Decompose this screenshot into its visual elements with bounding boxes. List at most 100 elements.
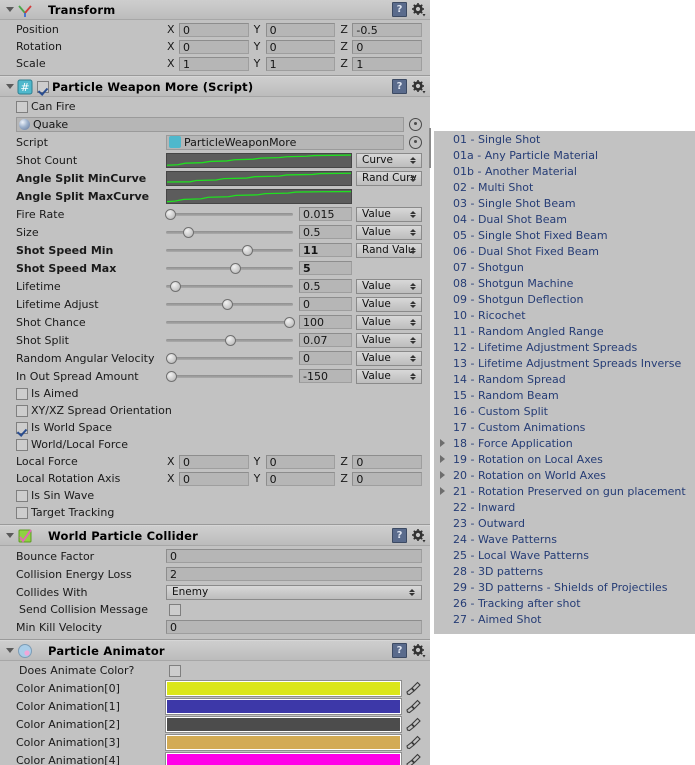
hierarchy-item[interactable]: 04 - Dual Shot Beam <box>434 211 695 227</box>
color-swatch[interactable] <box>165 733 402 751</box>
slider-value-field[interactable]: 0.5 <box>299 279 352 293</box>
hierarchy-item[interactable]: 10 - Ricochet <box>434 307 695 323</box>
slider-value-field[interactable]: 11 <box>299 243 352 257</box>
help-icon[interactable] <box>392 643 407 658</box>
hierarchy-item[interactable]: 01 - Single Shot <box>434 131 695 147</box>
slider-value-field[interactable]: 0.5 <box>299 225 352 239</box>
slider-knob[interactable] <box>165 353 177 364</box>
slider-control[interactable] <box>166 315 296 329</box>
slider-value-field[interactable]: 0 <box>299 297 352 311</box>
vector-field-y[interactable]: 0 <box>265 22 336 37</box>
checkbox[interactable] <box>16 100 28 113</box>
vector-field-x[interactable]: 0 <box>179 454 249 469</box>
hierarchy-item[interactable]: 01b - Another Material <box>434 163 695 179</box>
hierarchy-item[interactable]: 25 - Local Wave Patterns <box>434 547 695 563</box>
curve-mode-dropdown[interactable]: Curve <box>356 152 422 168</box>
color-swatch[interactable] <box>165 751 402 765</box>
animation-curve-field[interactable] <box>166 188 352 204</box>
object-field[interactable]: ParticleWeaponMore <box>166 134 404 150</box>
hierarchy-item[interactable]: 26 - Tracking after shot <box>434 595 695 611</box>
slider-mode-dropdown[interactable]: Value <box>356 224 422 240</box>
vector-field-y[interactable]: 0 <box>265 471 336 486</box>
vector-field-x[interactable]: 1 <box>179 56 249 71</box>
gear-icon[interactable] <box>412 2 426 17</box>
component-header-transform[interactable]: Transform <box>0 0 430 20</box>
hierarchy-item[interactable]: 01a - Any Particle Material <box>434 147 695 163</box>
slider-control[interactable] <box>166 261 293 275</box>
slider-control[interactable] <box>166 279 293 293</box>
slider-mode-dropdown[interactable]: Value <box>356 206 422 222</box>
animation-curve-field[interactable] <box>166 170 352 186</box>
text-field[interactable]: 0 <box>166 620 422 634</box>
checkbox[interactable] <box>169 603 181 616</box>
help-icon[interactable] <box>392 79 407 94</box>
slider-knob[interactable] <box>221 299 233 310</box>
component-header-particle-animator[interactable]: Particle Animator <box>0 641 430 661</box>
hierarchy-item[interactable]: 19 - Rotation on Local Axes <box>434 451 695 467</box>
hierarchy-item[interactable]: 18 - Force Application <box>434 435 695 451</box>
hierarchy-item[interactable]: 08 - Shotgun Machine <box>434 275 695 291</box>
slider-control[interactable] <box>166 333 293 347</box>
eyedropper-icon[interactable] <box>406 681 422 696</box>
curve-mode-dropdown[interactable]: Rand Curv <box>356 170 422 186</box>
object-picker-icon[interactable] <box>409 117 422 131</box>
hierarchy-item[interactable]: 29 - 3D patterns - Shields of Projectile… <box>434 579 695 595</box>
component-enabled-checkbox[interactable] <box>37 80 49 93</box>
hierarchy-item[interactable]: 24 - Wave Patterns <box>434 531 695 547</box>
hierarchy-item[interactable]: 22 - Inward <box>434 499 695 515</box>
object-field[interactable]: Quake <box>16 116 404 132</box>
checkbox[interactable] <box>169 664 181 677</box>
hierarchy-item[interactable]: 06 - Dual Shot Fixed Beam <box>434 243 695 259</box>
vector-field-x[interactable]: 0 <box>179 471 249 486</box>
vector-field-x[interactable]: 0 <box>179 22 249 37</box>
slider-value-field[interactable]: -150 <box>299 369 352 383</box>
hierarchy-item[interactable]: 17 - Custom Animations <box>434 419 695 435</box>
slider-value-field[interactable]: 0.07 <box>299 333 352 347</box>
slider-value-field[interactable]: 0.015 <box>299 207 352 221</box>
foldout-arrow[interactable] <box>3 7 16 12</box>
hierarchy-item[interactable]: 15 - Random Beam <box>434 387 695 403</box>
help-icon[interactable] <box>392 2 407 17</box>
vector-field-y[interactable]: 0 <box>265 454 336 469</box>
vector-field-y[interactable]: 1 <box>265 56 336 71</box>
hierarchy-item[interactable]: 16 - Custom Split <box>434 403 695 419</box>
slider-control[interactable] <box>165 369 293 383</box>
slider-control[interactable] <box>165 351 293 365</box>
hierarchy-item[interactable]: 23 - Outward <box>434 515 695 531</box>
hierarchy-item[interactable]: 28 - 3D patterns <box>434 563 695 579</box>
hierarchy-foldout-arrow[interactable] <box>440 487 452 495</box>
hierarchy-item[interactable]: 20 - Rotation on World Axes <box>434 467 695 483</box>
hierarchy-foldout-arrow[interactable] <box>440 439 452 447</box>
slider-knob[interactable] <box>284 317 296 328</box>
slider-control[interactable] <box>166 225 293 239</box>
slider-control[interactable] <box>166 297 293 311</box>
slider-mode-dropdown[interactable]: Value <box>356 368 422 384</box>
slider-mode-dropdown[interactable]: Value <box>356 278 422 294</box>
hierarchy-foldout-arrow[interactable] <box>440 471 452 479</box>
hierarchy-item[interactable]: 05 - Single Shot Fixed Beam <box>434 227 695 243</box>
slider-value-field[interactable]: 0 <box>299 351 352 365</box>
foldout-arrow[interactable] <box>3 533 16 538</box>
vector-field-z[interactable]: -0.5 <box>352 22 423 37</box>
foldout-arrow[interactable] <box>3 648 16 653</box>
vector-field-z[interactable]: 0 <box>352 454 423 469</box>
hierarchy-item[interactable]: 07 - Shotgun <box>434 259 695 275</box>
checkbox[interactable] <box>16 438 28 451</box>
hierarchy-foldout-arrow[interactable] <box>440 455 452 463</box>
slider-mode-dropdown[interactable]: Value <box>356 332 422 348</box>
hierarchy-item[interactable]: 27 - Aimed Shot <box>434 611 695 627</box>
hierarchy-item[interactable]: 11 - Random Angled Range <box>434 323 695 339</box>
slider-value-field[interactable]: 5 <box>299 261 352 275</box>
hierarchy-item[interactable]: 02 - Multi Shot <box>434 179 695 195</box>
vector-field-z[interactable]: 1 <box>352 56 423 71</box>
checkbox[interactable] <box>16 489 28 502</box>
panel-resize-handle[interactable] <box>429 128 431 168</box>
color-swatch[interactable] <box>165 715 402 733</box>
vector-field-z[interactable]: 0 <box>352 471 423 486</box>
hierarchy-item[interactable]: 03 - Single Shot Beam <box>434 195 695 211</box>
help-icon[interactable] <box>392 528 407 543</box>
component-header-world-particle-collider[interactable]: World Particle Collider <box>0 526 430 546</box>
slider-mode-dropdown[interactable]: Value <box>356 296 422 312</box>
eyedropper-icon[interactable] <box>406 717 422 732</box>
slider-mode-dropdown[interactable]: Value <box>356 314 422 330</box>
